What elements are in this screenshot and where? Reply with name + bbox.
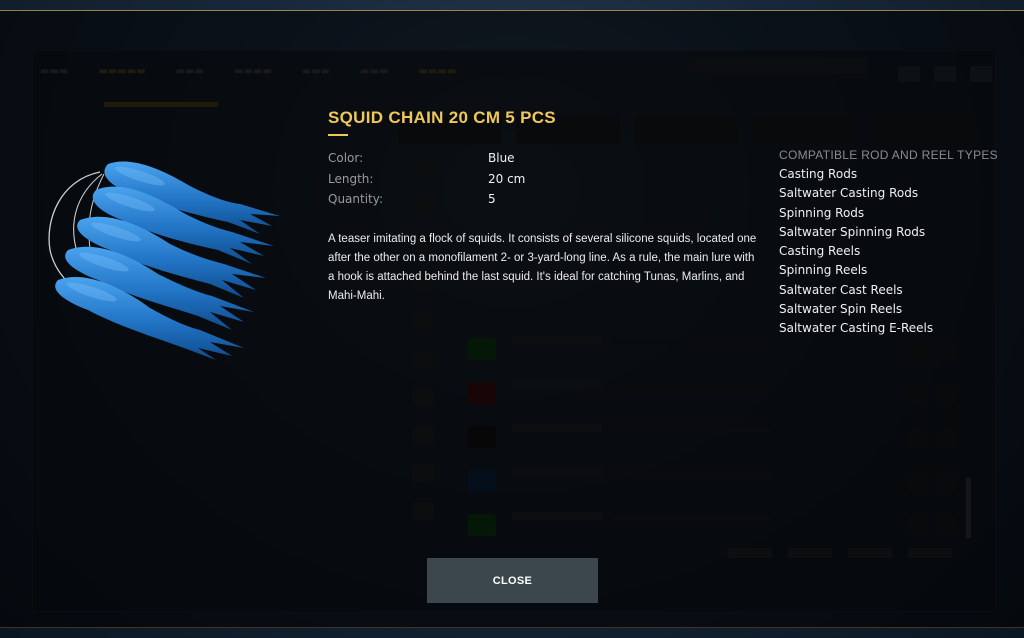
compatibility-item: Saltwater Cast Reels [779,282,903,297]
item-description: A teaser imitating a flock of squids. It… [328,233,757,302]
attribute-label-length: Length: [328,171,374,186]
compatibility-item: Saltwater Casting E-Reels [779,321,934,336]
compatibility-item: Spinning Rods [779,205,865,220]
item-title: SQUID CHAIN 20 CM 5 PCS [328,108,556,127]
compatibility-item: Saltwater Spin Reels [779,302,903,317]
title-underline [328,134,348,136]
compatibility-item: Saltwater Spinning Rods [779,224,926,239]
attribute-label-quantity: Quantity: [328,192,384,206]
attribute-value-length: 20 cm [488,171,526,186]
close-button[interactable]: CLOSE [427,558,598,603]
compatibility-item: Saltwater Casting Rods [779,186,919,201]
compatibility-item: Casting Rods [779,167,858,181]
compatibility-item: Spinning Reels [779,263,868,278]
attribute-value-color: Blue [488,151,515,165]
compatibility-item: Casting Reels [779,244,861,259]
compatibility-panel: COMPATIBLE ROD AND REEL TYPES Casting Ro… [779,146,1024,339]
attribute-value-quantity: 5 [488,192,496,206]
attribute-label-color: Color: [328,151,364,165]
compatibility-title: COMPATIBLE ROD AND REEL TYPES [779,148,998,162]
squid-chain-lure-image [48,161,281,360]
